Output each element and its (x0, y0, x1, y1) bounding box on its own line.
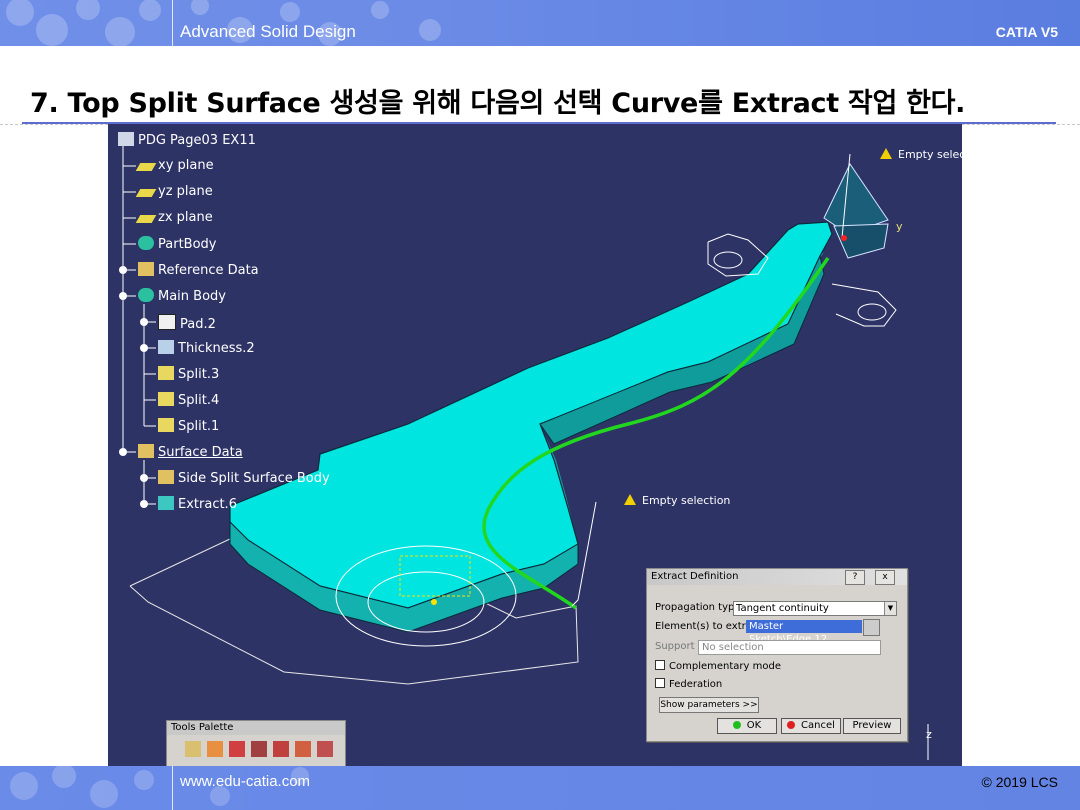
split-icon (158, 366, 174, 380)
dialog-title: Extract Definition (651, 571, 739, 582)
axis-origin (841, 235, 847, 241)
tree-item-thickness2[interactable]: Thickness.2 (158, 340, 255, 356)
propagation-type-label: Propagation type: (655, 602, 744, 613)
header-divider (172, 0, 173, 46)
tree-item-reference-data[interactable]: Reference Data (138, 262, 259, 278)
warning-empty-selection-mid: Empty selection (624, 494, 730, 507)
select-tool-icon[interactable] (185, 741, 201, 757)
pad-icon (158, 314, 176, 330)
tool-icon-2[interactable] (207, 741, 223, 757)
thickness-icon (158, 340, 174, 354)
cancel-icon (787, 721, 796, 729)
catia-3d-viewport[interactable]: PDG Page03 EX11 xy plane yz plane zx pla… (108, 124, 962, 766)
plane-icon (135, 215, 157, 223)
chevron-down-icon[interactable]: ▼ (884, 602, 896, 615)
dialog-titlebar[interactable]: Extract Definition (647, 569, 907, 585)
tree-item-extract6[interactable]: Extract.6 (158, 496, 237, 512)
support-label: Support : (655, 641, 702, 652)
footer-bar: www.edu-catia.com © 2019 LCS (0, 766, 1080, 810)
course-title: Advanced Solid Design (180, 22, 356, 41)
tree-item-side-split-surface-body[interactable]: Side Split Surface Body (158, 470, 330, 486)
hole-left (713, 251, 743, 269)
product-name: CATIA V5 (995, 24, 1058, 40)
page-title: 7. Top Split Surface 생성을 위해 다음의 선택 Curve… (30, 88, 966, 119)
specification-tree[interactable]: PDG Page03 EX11 xy plane yz plane zx pla… (108, 124, 438, 544)
tree-item-zx-plane[interactable]: zx plane (135, 210, 213, 225)
ok-button[interactable]: OK (717, 718, 777, 734)
copyright-text: © 2019 LCS (981, 774, 1058, 790)
axis-plane-bottom (833, 223, 889, 259)
show-parameters-button[interactable]: Show parameters >> (659, 697, 759, 713)
geometrical-set-icon (138, 444, 154, 458)
axis-plane-top (823, 163, 889, 235)
help-button[interactable]: ? (845, 570, 865, 585)
edge-selection-icon[interactable] (863, 619, 880, 636)
extract-definition-dialog[interactable]: Extract Definition ? x Propagation type:… (646, 568, 908, 742)
split-icon (158, 418, 174, 432)
support-field[interactable]: No selection (698, 640, 881, 655)
federation-checkbox[interactable] (655, 678, 665, 688)
tree-item-split3[interactable]: Split.3 (158, 366, 219, 382)
tree-item-split4[interactable]: Split.4 (158, 392, 219, 408)
axis-label-y: y (896, 220, 903, 233)
warning-empty-selection-top: Empty selection (880, 148, 962, 161)
tool-icon-6[interactable] (295, 741, 311, 757)
extract-icon (158, 496, 174, 510)
header-bar: Advanced Solid Design CATIA V5 (0, 0, 1080, 46)
propagation-type-select[interactable]: Tangent continuity ▼ (733, 601, 897, 616)
website-link[interactable]: www.edu-catia.com (180, 773, 310, 790)
tool-icon-7[interactable] (317, 741, 333, 757)
axis-label-z: z (926, 728, 932, 741)
tree-item-main-body[interactable]: Main Body (138, 288, 226, 304)
tree-item-root[interactable]: PDG Page03 EX11 (118, 132, 256, 148)
warning-icon (624, 494, 636, 505)
plane-icon (135, 163, 157, 171)
part-icon (118, 132, 134, 146)
split-icon (158, 392, 174, 406)
geometrical-set-icon (158, 470, 174, 484)
elements-to-extract-field[interactable]: Master Sketch\Edge.12 (746, 620, 862, 645)
gear-icon (138, 236, 154, 250)
tree-item-pad2[interactable]: Pad.2 (158, 314, 216, 332)
tools-palette[interactable]: Tools Palette (166, 720, 346, 766)
ok-icon (732, 721, 741, 729)
hole-right (857, 303, 887, 321)
tree-item-surface-data[interactable]: Surface Data (138, 444, 243, 460)
tree-item-yz-plane[interactable]: yz plane (135, 184, 213, 199)
footer-divider (172, 766, 173, 810)
tool-icon-4[interactable] (251, 741, 267, 757)
preview-button[interactable]: Preview (843, 718, 901, 734)
plane-icon (135, 189, 157, 197)
tree-item-split1[interactable]: Split.1 (158, 418, 219, 434)
body-gear-icon (138, 288, 154, 302)
tree-item-partbody[interactable]: PartBody (138, 236, 216, 252)
complementary-mode-option[interactable]: Complementary mode (655, 660, 781, 672)
federation-option[interactable]: Federation (655, 678, 722, 690)
tool-icon-3[interactable] (229, 741, 245, 757)
tree-item-xy-plane[interactable]: xy plane (135, 158, 214, 173)
warning-icon (880, 148, 892, 159)
complementary-mode-checkbox[interactable] (655, 660, 665, 670)
tool-icon-5[interactable] (273, 741, 289, 757)
cancel-button[interactable]: Cancel (781, 718, 841, 734)
geometrical-set-icon (138, 262, 154, 276)
close-button[interactable]: x (875, 570, 895, 585)
origin-point (431, 599, 437, 605)
tools-palette-titlebar[interactable]: Tools Palette (167, 721, 345, 735)
